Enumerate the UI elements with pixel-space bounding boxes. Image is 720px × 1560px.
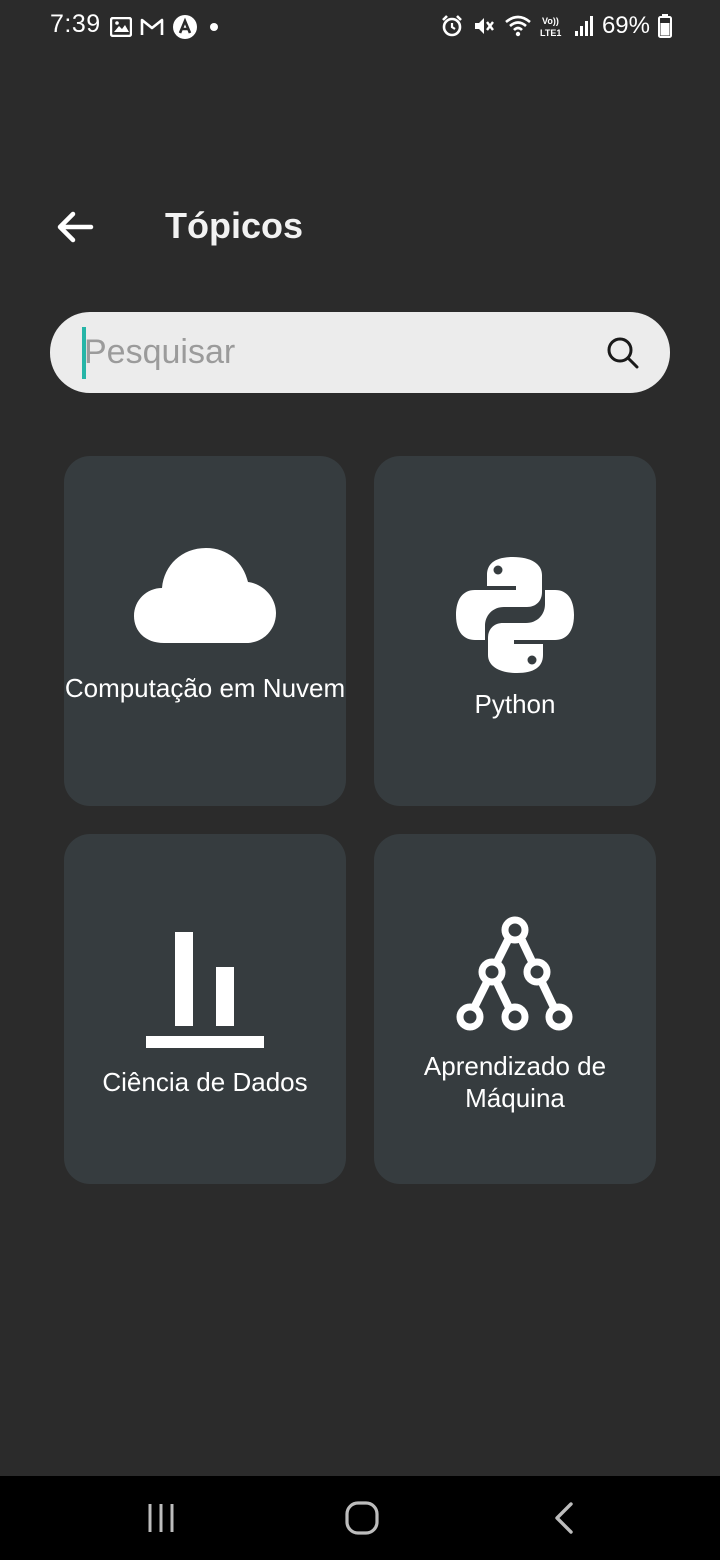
home-icon: [345, 1501, 379, 1535]
battery-percent: 69%: [601, 12, 650, 39]
topics-screen: 7:39 Vo)) LTE1 69% Tópicos Pesquisar Com…: [0, 0, 720, 1560]
volte-icon: Vo)) LTE1: [540, 14, 566, 38]
mute-icon: [472, 14, 496, 38]
system-nav-bar: [0, 1476, 720, 1560]
svg-text:Vo)): Vo)): [542, 16, 559, 26]
topic-label: Computação em Nuvem: [64, 673, 346, 703]
status-bar: 7:39 Vo)) LTE1 69%: [0, 0, 720, 56]
signal-icon: [574, 15, 594, 37]
arrow-left-icon: [57, 211, 94, 243]
gmail-icon: [140, 17, 164, 37]
python-icon: [374, 556, 656, 674]
home-button[interactable]: [322, 1476, 402, 1560]
cloud-icon: [64, 548, 346, 644]
search-icon[interactable]: [606, 336, 640, 370]
svg-text:LTE1: LTE1: [540, 28, 561, 38]
bar-chart-icon: [64, 932, 346, 1050]
recents-button[interactable]: [121, 1476, 201, 1560]
topic-card-machine-learning[interactable]: Aprendizado de Máquina: [374, 834, 656, 1184]
topic-card-cloud-computing[interactable]: Computação em Nuvem: [64, 456, 346, 806]
status-time: 7:39: [50, 10, 101, 38]
topic-card-python[interactable]: Python: [374, 456, 656, 806]
dot-icon: [206, 19, 222, 35]
page-title: Tópicos: [165, 205, 304, 246]
topic-label: Ciência de Dados: [102, 1067, 308, 1097]
alarm-icon: [440, 14, 464, 38]
recents-icon: [148, 1504, 174, 1532]
search-bar[interactable]: [50, 312, 670, 393]
topic-label: Aprendizado de Máquina: [423, 1051, 607, 1113]
nav-back-button[interactable]: [524, 1476, 604, 1560]
topic-card-data-science[interactable]: Ciência de Dados: [64, 834, 346, 1184]
topic-label: Python: [474, 689, 556, 719]
tree-network-icon: [374, 914, 656, 1034]
status-left-icons: [110, 14, 222, 40]
image-icon: [110, 17, 132, 37]
wifi-icon: [504, 14, 532, 38]
search-input[interactable]: [84, 312, 584, 393]
battery-icon: [658, 14, 672, 38]
status-right-icons: Vo)) LTE1 69%: [440, 12, 672, 40]
back-button[interactable]: [52, 204, 98, 250]
app-notification-icon: [172, 14, 198, 40]
back-nav-icon: [555, 1502, 573, 1534]
